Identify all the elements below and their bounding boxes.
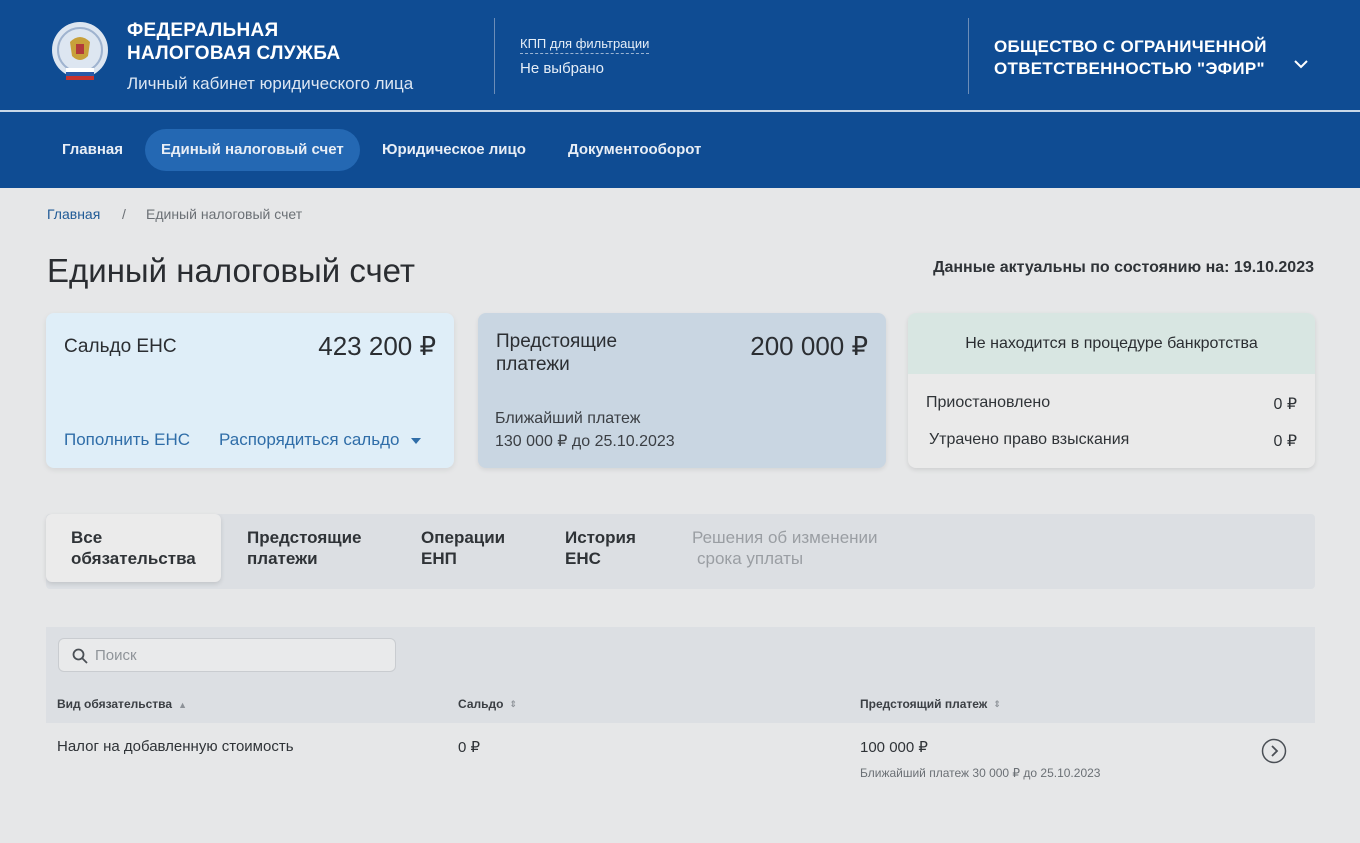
balance-amount: 423 200 ₽ bbox=[318, 331, 436, 361]
manage-balance-label: Распорядиться сальдо bbox=[219, 430, 400, 449]
tab-label: Решения об изменении bbox=[692, 528, 878, 547]
caret-down-icon bbox=[411, 437, 422, 444]
obligation-balance: 0 ₽ bbox=[458, 739, 481, 756]
header-divider bbox=[968, 18, 969, 94]
breadcrumb-separator: / bbox=[122, 206, 126, 222]
upcoming-amount: 200 000 ₽ bbox=[750, 331, 868, 361]
header-divider bbox=[494, 18, 495, 94]
lost-recovery-row: Утрачено право взыскания 0 ₽ bbox=[929, 431, 1297, 450]
sort-icon: ⇕ bbox=[993, 699, 1001, 710]
main-nav: Главная Единый налоговый счет Юридическо… bbox=[0, 112, 1360, 188]
nav-item-legal-entity[interactable]: Юридическое лицо bbox=[366, 129, 542, 171]
column-header-balance[interactable]: Сальдо ⇕ bbox=[458, 697, 517, 711]
kpp-filter-value[interactable]: Не выбрано bbox=[520, 60, 604, 77]
nav-item-ens[interactable]: Единый налоговый счет bbox=[145, 129, 360, 171]
tab-label: обязательства bbox=[71, 549, 196, 568]
search-icon bbox=[72, 648, 88, 664]
lost-recovery-label: Утрачено право взыскания bbox=[929, 431, 1130, 448]
data-actual-date: Данные актуальны по состоянию на: 19.10.… bbox=[933, 259, 1314, 276]
brand-title: Федеральная налоговая служба bbox=[127, 20, 341, 64]
manage-balance-link[interactable]: Распорядиться сальдо bbox=[219, 430, 422, 450]
column-header-label: Сальдо bbox=[458, 697, 504, 711]
balance-card: Сальдо ЕНС 423 200 ₽ Пополнить ЕНС Распо… bbox=[46, 313, 454, 468]
column-header-obligation-type[interactable]: Вид обязательства ▲ bbox=[57, 697, 187, 711]
obligations-table: Вид обязательства ▲ Сальдо ⇕ Предстоящий п… bbox=[46, 627, 1315, 797]
breadcrumb-home[interactable]: Главная bbox=[47, 206, 100, 222]
balance-label: Сальдо ЕНС bbox=[64, 336, 177, 357]
app-header: Федеральная налоговая служба Личный каби… bbox=[0, 0, 1360, 110]
column-header-label: Вид обязательства bbox=[57, 697, 173, 711]
nearest-payment-label: Ближайший платеж bbox=[495, 410, 641, 427]
kpp-filter-label[interactable]: КПП для фильтрации bbox=[520, 36, 650, 54]
topup-ens-link[interactable]: Пополнить ЕНС bbox=[64, 430, 190, 450]
nearest-payment-value: 130 000 ₽ до 25.10.2023 bbox=[495, 433, 675, 450]
tab-payment-term-decisions[interactable]: Решения об изменении срока уплаты bbox=[692, 514, 878, 582]
tab-ens-history[interactable]: История ЕНС bbox=[565, 514, 636, 582]
brand-subtitle: Личный кабинет юридического лица bbox=[127, 74, 414, 93]
chevron-down-icon[interactable] bbox=[1293, 56, 1309, 72]
tab-label: ЕНС bbox=[565, 549, 601, 568]
tab-upcoming-payments[interactable]: Предстоящие платежи bbox=[247, 514, 362, 582]
tab-label: Все bbox=[71, 528, 103, 547]
chevron-right-icon[interactable] bbox=[1261, 738, 1287, 764]
nav-item-home[interactable]: Главная bbox=[46, 129, 139, 171]
tab-label: История bbox=[565, 528, 636, 547]
obligation-type: Налог на добавленную стоимость bbox=[57, 738, 294, 755]
page-title: Единый налоговый счет bbox=[47, 252, 416, 289]
sort-icon: ⇕ bbox=[509, 699, 517, 710]
obligation-upcoming-note: Ближайший платеж 30 000 ₽ до 25.10.2023 bbox=[860, 766, 1101, 780]
tab-label: ЕНП bbox=[421, 549, 457, 568]
search-input[interactable] bbox=[95, 639, 385, 671]
org-name[interactable]: Общество с ограниченной ответственностью… bbox=[994, 36, 1274, 80]
column-header-upcoming[interactable]: Предстоящий платеж ⇕ bbox=[860, 697, 1001, 711]
tab-bar: Все обязательства Предстоящие платежи Оп… bbox=[46, 514, 1315, 589]
column-header-label: Предстоящий платеж bbox=[860, 697, 988, 711]
upcoming-payments-card[interactable]: Предстоящие платежи 200 000 ₽ Ближайший … bbox=[478, 313, 886, 468]
breadcrumb-current: Единый налоговый счет bbox=[146, 206, 303, 222]
bankruptcy-status-card: Не находится в процедуре банкротства При… bbox=[908, 313, 1315, 468]
lost-recovery-value: 0 ₽ bbox=[1273, 433, 1297, 450]
suspended-row: Приостановлено 0 ₽ bbox=[926, 394, 1297, 413]
upcoming-label: Предстоящие платежи bbox=[496, 331, 618, 375]
suspended-label: Приостановлено bbox=[926, 394, 1051, 411]
sort-asc-icon: ▲ bbox=[178, 699, 187, 710]
tab-label: Предстоящие bbox=[247, 528, 362, 547]
tab-label: срока уплаты bbox=[697, 549, 804, 568]
fns-emblem-icon[interactable] bbox=[50, 20, 110, 86]
bankruptcy-status: Не находится в процедуре банкротства bbox=[908, 313, 1315, 374]
nav-item-document-flow[interactable]: Документооборот bbox=[552, 129, 717, 171]
tab-label: Операции bbox=[421, 528, 506, 547]
search-box[interactable] bbox=[58, 638, 396, 672]
tab-enp-operations[interactable]: Операции ЕНП bbox=[421, 514, 505, 582]
tab-label: платежи bbox=[247, 549, 318, 568]
obligation-upcoming: 100 000 ₽ bbox=[860, 739, 928, 756]
suspended-value: 0 ₽ bbox=[1273, 396, 1297, 413]
tab-all-obligations[interactable]: Все обязательства bbox=[46, 514, 221, 582]
